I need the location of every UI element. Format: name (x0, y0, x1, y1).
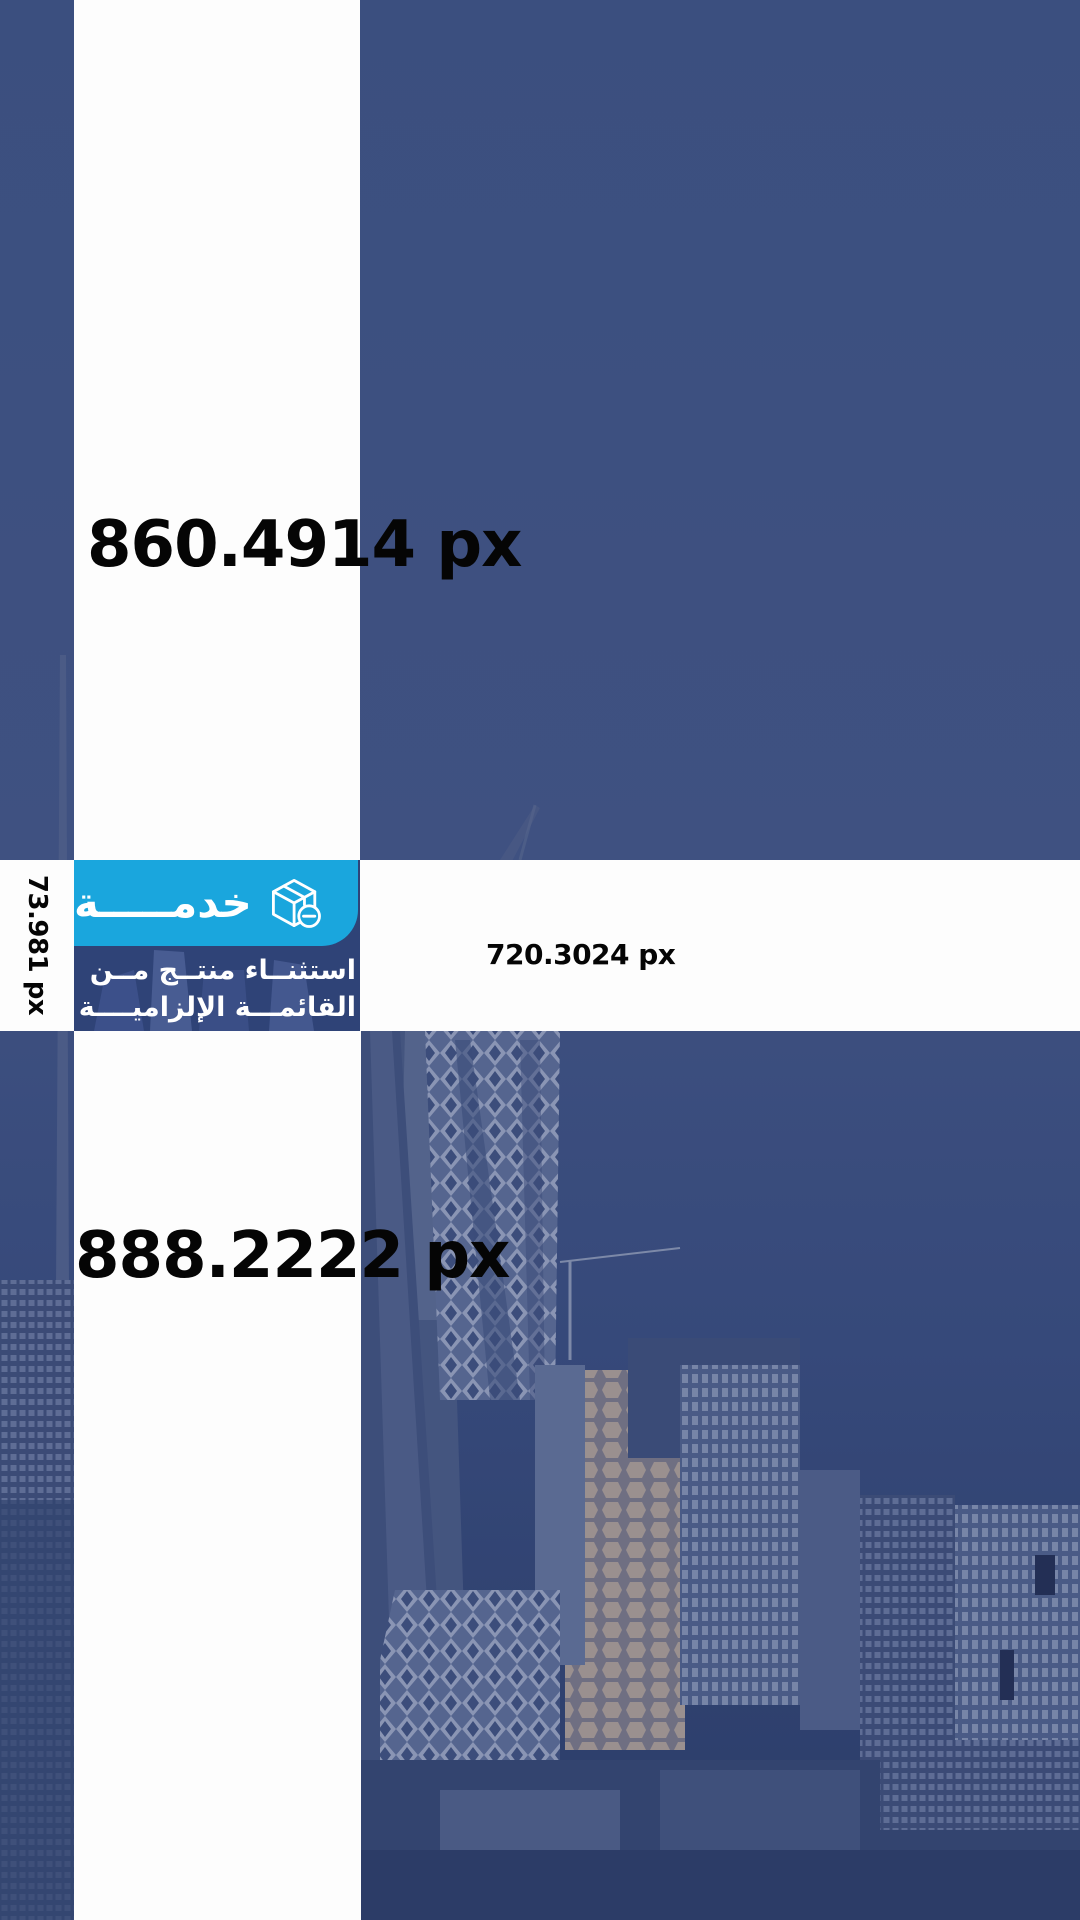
measurement-label-top: 860.4914 px (87, 508, 522, 582)
box-minus-icon (271, 879, 321, 928)
measurement-label-left: 73.981 px (22, 874, 52, 1016)
card-title: خدمـــــة (74, 878, 252, 927)
card-description-line-1: استثنــاء منتــج مــن (89, 955, 356, 986)
stage: 860.4914 px 888.2222 px 720.3024 px 73.9… (0, 0, 1080, 1920)
measurement-label-bottom: 888.2222 px (75, 1219, 510, 1293)
measurement-band-top (74, 0, 360, 860)
measurement-band-middle (360, 860, 1080, 1031)
card-header: خدمـــــة (74, 860, 358, 946)
card-description-line-2: القائمـــة الإلزاميــــة (78, 992, 356, 1023)
measurement-band-bottom (74, 1031, 361, 1920)
service-card[interactable]: خدمـــــة استثنــاء منتــج مــن القائمــ… (74, 860, 360, 1031)
measurement-label-middle: 720.3024 px (486, 938, 676, 971)
card-body: استثنــاء منتــج مــن القائمـــة الإلزام… (74, 952, 360, 1031)
